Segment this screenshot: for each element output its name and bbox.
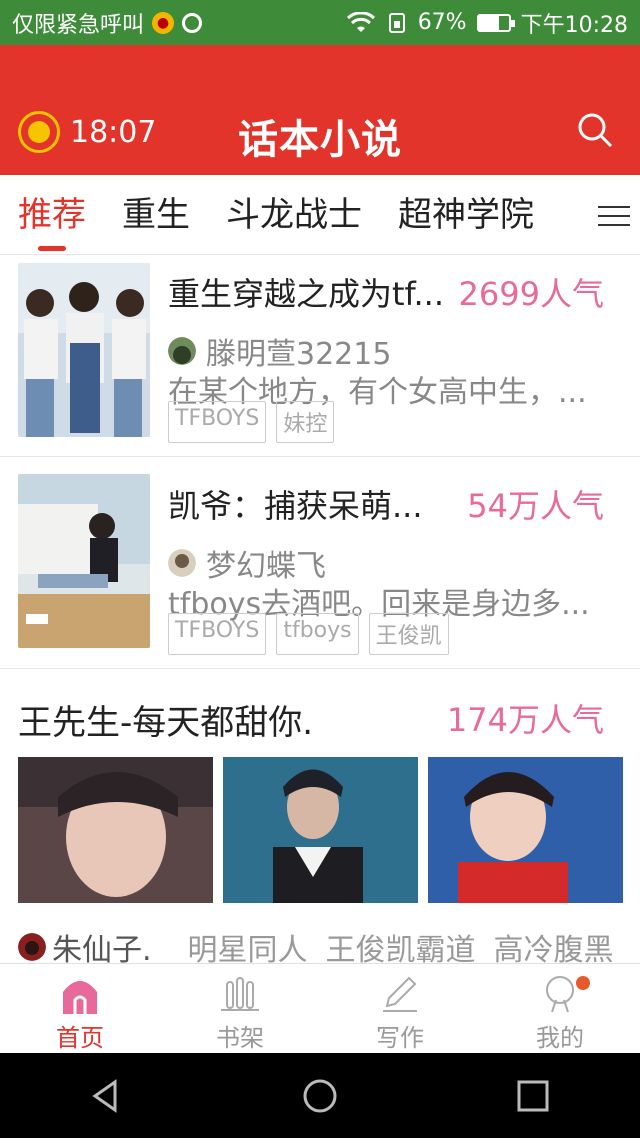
- nav-label: 书架: [216, 1024, 264, 1052]
- author-avatar: [168, 549, 196, 577]
- tag[interactable]: 王俊凯: [368, 613, 449, 655]
- bottom-nav: 首页 书架 写作 我的: [0, 963, 640, 1053]
- system-nav-bar: [0, 1053, 640, 1138]
- popularity-count: 2699人气: [458, 275, 604, 313]
- recents-icon[interactable]: [511, 1074, 555, 1118]
- back-icon[interactable]: [85, 1074, 129, 1118]
- featured-image[interactable]: [428, 757, 623, 903]
- tab-super-god-academy[interactable]: 超神学院: [398, 175, 534, 255]
- book-card[interactable]: 凯爷：捕获呆萌... 54万人气 梦幻蝶飞 tfboys去酒吧。回来是身边多..…: [0, 457, 640, 669]
- app-header: 18:07 话本小说: [0, 45, 640, 175]
- weibo-icon: ●: [152, 11, 175, 34]
- popularity-count: 54万人气: [467, 487, 604, 525]
- tab-dragon-warrior[interactable]: 斗龙战士: [226, 175, 362, 255]
- status-bar: 仅限紧急呼叫 ● 67% 下午10:28: [0, 0, 640, 45]
- sim-icon: [388, 12, 405, 33]
- home-circle-icon[interactable]: [298, 1074, 342, 1118]
- battery-icon: [476, 13, 515, 32]
- tag[interactable]: 妹控: [276, 401, 335, 443]
- nav-home[interactable]: 首页: [0, 964, 160, 1053]
- wifi-icon: [346, 11, 375, 32]
- featured-images: [18, 757, 623, 903]
- nav-profile[interactable]: 我的: [480, 964, 640, 1053]
- tab-rebirth[interactable]: 重生: [122, 175, 190, 255]
- featured-image[interactable]: [18, 757, 213, 903]
- book-cover-image: [18, 474, 150, 648]
- featured-image[interactable]: [223, 757, 418, 903]
- tag-list: TFBOYS 妹控: [168, 401, 335, 443]
- featured-title[interactable]: 王先生-每天都甜你.: [18, 695, 313, 744]
- bookshelf-icon: [221, 977, 259, 1011]
- author-avatar: [168, 337, 196, 365]
- nav-write[interactable]: 写作: [320, 964, 480, 1053]
- notification-dot: [576, 976, 590, 990]
- tab-recommend[interactable]: 推荐: [18, 175, 86, 255]
- sync-icon: [182, 12, 203, 33]
- search-icon[interactable]: [576, 111, 614, 149]
- book-card[interactable]: 重生穿越之成为tf... 2699人气 滕明萱32215 在某个地方，有个女高中…: [0, 255, 640, 457]
- nav-bookshelf[interactable]: 书架: [160, 964, 320, 1053]
- app-title: 话本小说: [238, 117, 402, 163]
- featured-popularity: 174万人气: [446, 701, 604, 739]
- nav-label: 我的: [536, 1024, 584, 1052]
- book-title[interactable]: 重生穿越之成为tf...: [168, 269, 444, 315]
- battery-percent: 67%: [417, 10, 467, 35]
- status-time: 下午10:28: [520, 12, 628, 38]
- nav-label: 首页: [56, 1024, 104, 1052]
- profile-icon: [546, 976, 574, 1013]
- tag[interactable]: tfboys: [276, 613, 359, 655]
- book-cover-image: [18, 263, 150, 437]
- featured-book-card[interactable]: 王先生-每天都甜你. 174万人气 朱仙子. 明星同人 王俊凯霸道 高冷腹黑: [0, 669, 640, 968]
- book-title[interactable]: 凯爷：捕获呆萌...: [168, 481, 423, 527]
- nav-label: 写作: [376, 1024, 424, 1052]
- author-avatar: [18, 933, 46, 961]
- home-icon: [63, 981, 97, 1014]
- carrier-label: 仅限紧急呼叫: [12, 12, 145, 38]
- tag-list: TFBOYS tfboys 王俊凯: [168, 613, 449, 655]
- tag[interactable]: TFBOYS: [168, 401, 267, 443]
- tag[interactable]: TFBOYS: [168, 613, 267, 655]
- pencil-icon: [383, 976, 417, 1012]
- category-tabs: 推荐 重生 斗龙战士 超神学院: [0, 175, 640, 255]
- menu-icon[interactable]: [598, 199, 630, 231]
